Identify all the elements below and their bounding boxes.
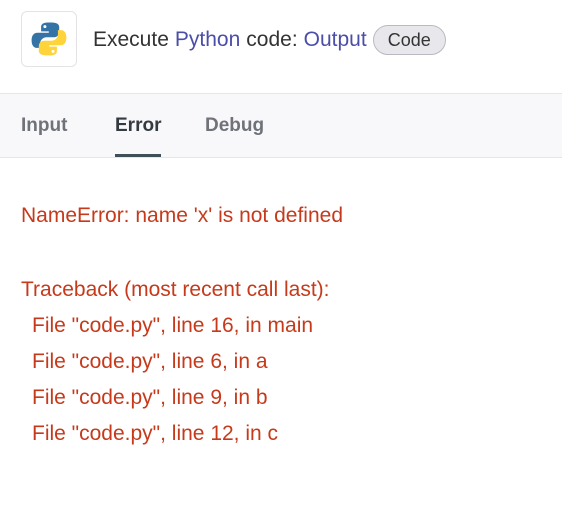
header: Execute Python code: Output Code — [0, 0, 562, 93]
title-output: Output — [303, 28, 367, 51]
python-logo-svg — [31, 22, 67, 56]
tab-bar: Input Error Debug — [0, 93, 562, 158]
active-tab-indicator — [115, 154, 162, 157]
title-prefix: Execute — [93, 28, 169, 51]
error-message: NameError: name 'x' is not defined — [21, 204, 343, 227]
tab-error-label: Error — [115, 114, 162, 136]
traceback-frame: File "code.py", line 16, in main — [32, 314, 314, 337]
page-title: Execute Python code: Output Code — [93, 24, 446, 56]
traceback-header: Traceback (most recent call last): — [21, 278, 330, 301]
error-panel: NameError: name 'x' is not defined Trace… — [0, 158, 562, 508]
title-middle: code: — [246, 28, 298, 51]
tab-debug[interactable]: Debug — [205, 94, 264, 157]
tab-error[interactable]: Error — [115, 94, 162, 157]
python-logo-icon — [21, 11, 77, 67]
traceback-frame: File "code.py", line 9, in b — [32, 386, 268, 409]
title-language: Python — [174, 28, 241, 51]
tab-input-label: Input — [21, 114, 68, 136]
tab-input[interactable]: Input — [21, 94, 67, 157]
traceback-frame: File "code.py", line 12, in c — [32, 422, 279, 445]
code-badge[interactable]: Code — [372, 25, 446, 55]
traceback-frame: File "code.py", line 6, in a — [32, 350, 268, 373]
tab-debug-label: Debug — [205, 114, 265, 136]
